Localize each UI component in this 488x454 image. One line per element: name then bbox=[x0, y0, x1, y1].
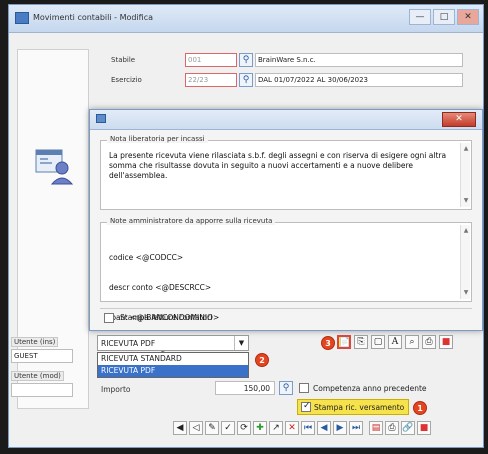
note-amministratore-scrollbar[interactable]: ▲ ▼ bbox=[460, 225, 470, 299]
nota-liberatoria-group: Nota liberatoria per incassi La presente… bbox=[100, 135, 472, 210]
main-titlebar[interactable]: Movimenti contabili - Modifica — □ ✕ bbox=[9, 5, 483, 33]
step-badge-3: 3 bbox=[321, 336, 335, 350]
scroll-down-icon[interactable]: ▼ bbox=[462, 197, 470, 205]
doc-red-icon[interactable]: ▤ bbox=[369, 421, 383, 435]
esercizio-lookup-icon[interactable]: ⚲ bbox=[239, 73, 253, 87]
prev-record-icon[interactable]: ◁ bbox=[189, 421, 203, 435]
importo-label: Importo bbox=[101, 385, 131, 394]
minimize-button[interactable]: — bbox=[409, 9, 431, 25]
print-icon[interactable]: ⎙ bbox=[422, 335, 436, 349]
nav-next-icon[interactable]: ▶ bbox=[333, 421, 347, 435]
stabile-label: Stabile bbox=[111, 56, 136, 64]
print-format-value: RICEVUTA PDF bbox=[101, 339, 156, 348]
dialog-close-button[interactable]: ✕ bbox=[442, 112, 476, 127]
chevron-down-icon[interactable]: ▼ bbox=[234, 336, 248, 350]
first-record-icon[interactable]: ◀ bbox=[173, 421, 187, 435]
stampa-ricevuta-label: Stampa ric. versamento bbox=[314, 403, 405, 412]
contact-card-icon bbox=[35, 149, 74, 185]
nota-liberatoria-textarea[interactable]: La presente ricevuta viene rilasciata s.… bbox=[109, 151, 455, 181]
step-badge-1: 1 bbox=[413, 401, 427, 415]
note-line: codice <@CODCC> bbox=[109, 253, 184, 262]
stampa-letture-label: Stampa letture contatori bbox=[120, 313, 213, 322]
competenza-label: Competenza anno precedente bbox=[313, 384, 427, 393]
bottom-toolbar: ◀ ◁ ✎ ✓ ⟳ ✚ ↗ ✕ ⏮ ◀ ▶ ⏭ ▤ ⎙ 🔗 ■ bbox=[173, 421, 477, 439]
print-format-select[interactable]: RICEVUTA PDF ▼ bbox=[97, 335, 249, 351]
font-icon[interactable]: A bbox=[388, 335, 402, 349]
dialog-titlebar[interactable]: ✕ bbox=[90, 110, 482, 130]
page-icon[interactable]: ▢ bbox=[371, 335, 385, 349]
exit-icon[interactable]: ■ bbox=[417, 421, 431, 435]
main-window: Movimenti contabili - Modifica — □ ✕ Sta… bbox=[8, 4, 484, 448]
nav-prev-icon[interactable]: ◀ bbox=[317, 421, 331, 435]
importo-field[interactable]: 150,00 bbox=[215, 381, 275, 395]
scroll-up-icon[interactable]: ▲ bbox=[462, 145, 470, 153]
note-dialog: ✕ Nota liberatoria per incassi La presen… bbox=[89, 109, 483, 352]
importo-lookup-icon[interactable]: ⚲ bbox=[279, 381, 293, 395]
preview-pdf-button[interactable]: 📄 bbox=[337, 335, 351, 349]
refresh-icon[interactable]: ⟳ bbox=[237, 421, 251, 435]
nav-last-icon[interactable]: ⏭ bbox=[349, 421, 363, 435]
maximize-button[interactable]: □ bbox=[433, 9, 455, 25]
check-icon[interactable]: ✓ bbox=[221, 421, 235, 435]
step-badge-2: 2 bbox=[255, 353, 269, 367]
note-amministratore-title: Note amministratore da apporre sulla ric… bbox=[107, 217, 276, 225]
option-ricevuta-pdf[interactable]: RICEVUTA PDF bbox=[98, 365, 248, 377]
scroll-up-icon[interactable]: ▲ bbox=[462, 227, 470, 235]
app-icon bbox=[15, 12, 29, 24]
link-icon[interactable]: 🔗 bbox=[401, 421, 415, 435]
stabile-lookup-icon[interactable]: ⚲ bbox=[239, 53, 253, 67]
edit-icon[interactable]: ✎ bbox=[205, 421, 219, 435]
stabile-description: BrainWare S.n.c. bbox=[255, 53, 463, 67]
stabile-row: Stabile 001 ⚲ BrainWare S.n.c. bbox=[105, 53, 475, 69]
stampa-ricevuta-toggle[interactable]: Stampa ric. versamento bbox=[297, 399, 410, 415]
delete-icon[interactable]: ✕ bbox=[285, 421, 299, 435]
nota-liberatoria-scrollbar[interactable]: ▲ ▼ bbox=[460, 143, 470, 207]
print-area: RICEVUTA PDF ▼ RICEVUTA STANDARD RICEVUT… bbox=[17, 335, 477, 415]
note-amministratore-group: Note amministratore da apporre sulla ric… bbox=[100, 217, 472, 352]
stampa-letture-row: Stampa letture contatori bbox=[100, 308, 472, 324]
scroll-down-icon[interactable]: ▼ bbox=[462, 289, 470, 297]
close-button[interactable]: ✕ bbox=[457, 9, 479, 25]
nav-first-icon[interactable]: ⏮ bbox=[301, 421, 315, 435]
nota-liberatoria-title: Nota liberatoria per incassi bbox=[107, 135, 208, 143]
print-format-dropdown: RICEVUTA STANDARD RICEVUTA PDF bbox=[97, 352, 249, 378]
esercizio-label: Esercizio bbox=[111, 76, 142, 84]
note-line: descr conto <@DESCRCC> bbox=[109, 283, 212, 292]
close-red-icon[interactable]: ■ bbox=[439, 335, 453, 349]
competenza-checkbox[interactable] bbox=[299, 383, 309, 393]
stampa-letture-checkbox[interactable] bbox=[104, 313, 114, 323]
window-title: Movimenti contabili - Modifica bbox=[33, 13, 153, 22]
esercizio-description: DAL 01/07/2022 AL 30/06/2023 bbox=[255, 73, 463, 87]
search-page-icon[interactable]: ⌕ bbox=[405, 335, 419, 349]
esercizio-code-field[interactable]: 22/23 bbox=[185, 73, 237, 87]
add-icon[interactable]: ✚ bbox=[253, 421, 267, 435]
arrow-icon[interactable]: ↗ bbox=[269, 421, 283, 435]
option-ricevuta-standard[interactable]: RICEVUTA STANDARD bbox=[98, 353, 248, 365]
dialog-app-icon bbox=[96, 114, 106, 123]
stampa-ricevuta-checkbox[interactable] bbox=[301, 401, 311, 412]
print-doc-icon[interactable]: ⎙ bbox=[385, 421, 399, 435]
esercizio-row: Esercizio 22/23 ⚲ DAL 01/07/2022 AL 30/0… bbox=[105, 73, 475, 89]
stabile-code-field[interactable]: 001 bbox=[185, 53, 237, 67]
copy-icon[interactable]: ⎘ bbox=[354, 335, 368, 349]
